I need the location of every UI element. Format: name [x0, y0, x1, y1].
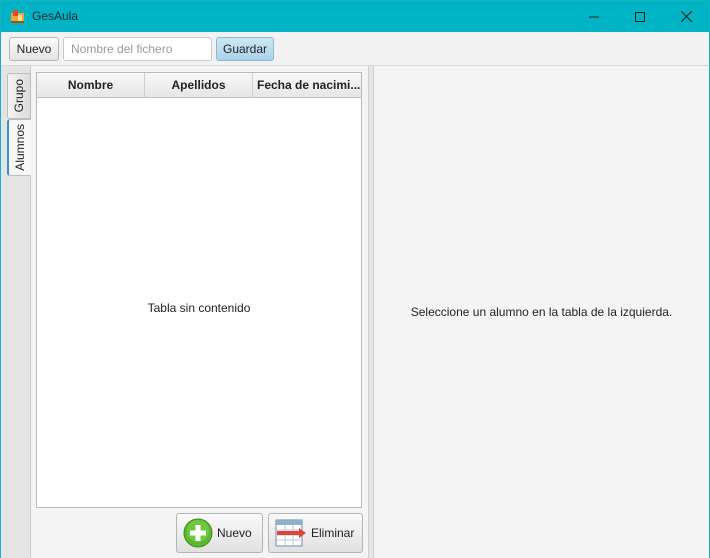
close-button[interactable]: [663, 1, 709, 32]
maximize-button[interactable]: [617, 1, 663, 32]
students-table[interactable]: Nombre Apellidos Fecha de nacimi... Tabl…: [36, 72, 362, 508]
app-window: GesAula Nuevo Guardar Grupo Alumnos: [0, 0, 710, 558]
column-header-apellidos[interactable]: Apellidos: [145, 73, 253, 97]
delete-student-label: Eliminar: [311, 526, 355, 540]
minimize-button[interactable]: [571, 1, 617, 32]
tab-grupo[interactable]: Grupo: [7, 73, 31, 119]
detail-placeholder-message: Seleccione un alumno en la tabla de la i…: [410, 305, 673, 319]
toolbar: Nuevo Guardar: [1, 32, 709, 66]
table-header: Nombre Apellidos Fecha de nacimi...: [37, 73, 361, 98]
minimize-icon: [589, 16, 599, 17]
new-file-button[interactable]: Nuevo: [9, 37, 59, 61]
add-circle-icon: [183, 518, 213, 548]
save-button[interactable]: Guardar: [216, 37, 274, 61]
tab-alumnos[interactable]: Alumnos: [7, 119, 31, 176]
add-student-label: Nuevo: [217, 526, 252, 540]
maximize-icon: [635, 11, 645, 22]
app-logo-icon: [11, 10, 24, 23]
student-detail-pane: Seleccione un alumno en la tabla de la i…: [374, 66, 709, 558]
table-empty-message: Tabla sin contenido: [147, 301, 251, 315]
tab-alumnos-label: Alumnos: [12, 124, 27, 171]
delete-student-button[interactable]: Eliminar: [268, 513, 363, 553]
add-student-button[interactable]: Nuevo: [176, 513, 263, 553]
delete-row-icon: [275, 519, 306, 547]
filename-input[interactable]: [63, 37, 212, 61]
vertical-tab-bar: Grupo Alumnos: [1, 66, 31, 558]
column-header-nombre[interactable]: Nombre: [37, 73, 145, 97]
students-list-pane: Nombre Apellidos Fecha de nacimi... Tabl…: [31, 66, 368, 558]
close-icon: [680, 11, 692, 22]
title-bar[interactable]: GesAula: [1, 1, 709, 32]
tab-grupo-label: Grupo: [12, 79, 26, 113]
window-title: GesAula: [32, 9, 79, 23]
column-header-fecha-nacimiento[interactable]: Fecha de nacimi...: [253, 73, 361, 97]
